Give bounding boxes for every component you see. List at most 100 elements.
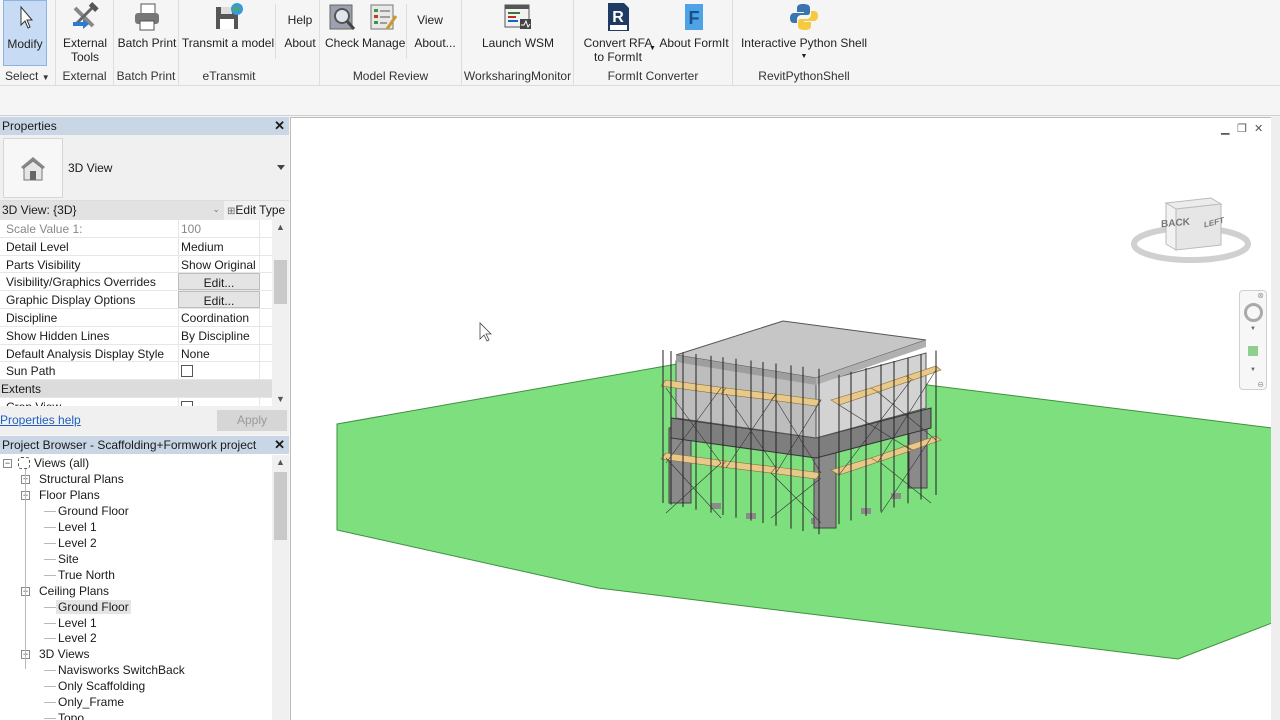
menu-icon[interactable]: ⊖ <box>1257 380 1264 389</box>
edit-button[interactable]: Edit... <box>178 273 260 290</box>
view-button[interactable]: View <box>412 13 448 27</box>
viewport-right-edge <box>1271 117 1280 720</box>
tree-item[interactable]: Navisworks SwitchBack <box>58 663 185 677</box>
project-browser-scrollbar[interactable]: ▲ <box>272 455 289 720</box>
tree-item[interactable]: Ground Floor <box>56 599 131 614</box>
convert-rfa-line2: to FormIt <box>593 50 642 64</box>
property-name: Default Analysis Display Style <box>6 346 165 361</box>
batch-print-button[interactable]: Batch Print <box>117 0 177 50</box>
property-row: Discipline Coordination <box>0 308 272 327</box>
tree-connector <box>44 510 56 512</box>
svg-text:R: R <box>612 9 624 26</box>
tree-item[interactable]: Site <box>58 552 79 566</box>
tree-item[interactable]: 3D Views <box>39 647 89 661</box>
panel-label-revit-python-shell: RevitPythonShell <box>758 69 850 83</box>
launch-wsm-label: Launch WSM <box>481 36 555 50</box>
tree-item[interactable]: Level 1 <box>58 616 97 630</box>
launch-wsm-button[interactable]: Launch WSM <box>474 0 562 50</box>
scroll-up-icon[interactable]: ▲ <box>276 222 285 232</box>
property-value[interactable]: By Discipline <box>178 326 260 344</box>
panel-external: External Tools External <box>56 0 114 86</box>
manage-button[interactable]: Manage <box>362 0 405 50</box>
close-icon[interactable]: ✕ <box>274 118 285 134</box>
tree-item[interactable]: Views (all) <box>34 456 89 470</box>
viewcube[interactable]: BACK LEFT <box>1131 188 1256 268</box>
steering-wheel-icon[interactable] <box>1244 303 1263 322</box>
panel-label-worksharing-monitor: WorksharingMonitor <box>463 69 572 83</box>
property-row: Parts Visibility Show Original <box>0 255 272 274</box>
convert-rfa-line1: Convert RFA <box>583 36 653 50</box>
model-canvas[interactable] <box>291 118 1271 720</box>
transmit-model-button[interactable]: Transmit a model <box>181 0 275 50</box>
properties-palette: Properties ✕ 3D View 3D View: {3D} ⌄ ⊞Ed… <box>0 117 289 435</box>
chevron-down-icon[interactable] <box>277 165 285 170</box>
property-value[interactable]: Medium <box>178 237 260 255</box>
property-checkbox[interactable] <box>178 362 260 380</box>
tree-item[interactable]: Structural Plans <box>39 472 124 486</box>
close-icon[interactable]: ✕ <box>274 437 285 453</box>
scroll-down-icon[interactable]: ▼ <box>276 394 285 404</box>
chevron-down-icon: ⌄ <box>212 204 220 214</box>
type-name: 3D View <box>68 161 113 175</box>
tree-item[interactable]: Topo <box>58 711 84 720</box>
tree-item[interactable]: Level 2 <box>58 631 97 645</box>
tree-item[interactable]: Level 1 <box>58 520 97 534</box>
interactive-python-shell-button[interactable]: Interactive Python Shell ▼ <box>739 0 869 64</box>
properties-scrollbar[interactable]: ▲ ▼ <box>272 220 289 406</box>
modify-button[interactable]: Modify <box>3 0 47 66</box>
checkbox[interactable] <box>181 365 193 378</box>
panel-worksharing-monitor: Launch WSM WorksharingMonitor <box>462 0 574 86</box>
tree-item[interactable]: Ground Floor <box>58 504 129 518</box>
collapse-icon[interactable]: − <box>3 459 12 468</box>
instance-selector[interactable]: 3D View: {3D} ⌄ <box>0 201 224 220</box>
project-browser-title-bar: Project Browser - Scaffolding+Formwork p… <box>0 436 289 454</box>
tree-item[interactable]: Level 2 <box>58 536 97 550</box>
external-tools-button[interactable]: External Tools <box>60 0 110 64</box>
close-icon[interactable]: ⊗ <box>1257 291 1264 300</box>
apply-button[interactable]: Apply <box>217 410 287 431</box>
about-button[interactable]: About <box>283 36 317 50</box>
convert-rfa-button[interactable]: R Convert RFA to FormIt <box>580 0 656 64</box>
panel-label-select[interactable]: Select ▼ <box>0 69 55 83</box>
tree-item[interactable]: Floor Plans <box>39 488 100 502</box>
tree-item[interactable]: True North <box>58 568 115 582</box>
property-value[interactable]: Coordination <box>178 308 260 326</box>
property-name: Detail Level <box>6 239 69 254</box>
tree-item[interactable]: Only_Frame <box>58 695 124 709</box>
help-button[interactable]: Help <box>283 13 317 27</box>
floppy-globe-icon <box>216 3 243 29</box>
chevron-down-icon[interactable]: ▼ <box>1250 326 1256 332</box>
scrollbar-thumb[interactable] <box>274 260 287 304</box>
checkbox[interactable] <box>181 400 193 406</box>
zoom-region-icon[interactable] <box>1248 346 1258 356</box>
instance-row: 3D View: {3D} ⌄ ⊞Edit Type <box>0 201 289 220</box>
project-browser-tree: − Views (all) + Structural Plans − Floor Plan… <box>0 455 272 720</box>
property-group-header[interactable]: Extents <box>0 380 272 398</box>
property-checkbox[interactable] <box>178 397 260 406</box>
3d-viewport[interactable]: ▁ ❐ ✕ BACK LEFT ⊗ ▼ ▼ ⊖ <box>290 117 1271 720</box>
about-formit-button[interactable]: F About FormIt <box>658 0 730 50</box>
panel-label-etransmit: eTransmit <box>202 69 256 83</box>
rfa-file-icon: R <box>608 3 629 31</box>
properties-title: Properties <box>2 119 57 133</box>
chevron-down-icon[interactable]: ▼ <box>649 45 656 52</box>
navigation-bar: ⊗ ▼ ▼ ⊖ <box>1239 290 1267 390</box>
type-selector[interactable]: 3D View <box>0 135 289 201</box>
tree-connector <box>44 606 56 608</box>
edit-type-button[interactable]: ⊞Edit Type <box>227 203 285 217</box>
property-value[interactable]: None <box>178 344 260 362</box>
scroll-up-icon[interactable]: ▲ <box>276 457 285 467</box>
property-row: Scale Value 1: 100 <box>0 220 272 238</box>
properties-help-link[interactable]: Properties help <box>0 413 81 427</box>
panel-label-external: External <box>62 69 107 83</box>
about-model-review-button[interactable]: About... <box>412 36 458 50</box>
tree-item[interactable]: Ceiling Plans <box>39 584 109 598</box>
scrollbar-thumb[interactable] <box>274 472 287 540</box>
chevron-down-icon[interactable]: ▼ <box>1250 367 1256 373</box>
property-value[interactable]: Show Original <box>178 255 260 273</box>
check-button[interactable]: Check <box>323 0 361 50</box>
edit-button[interactable]: Edit... <box>178 291 260 308</box>
tree-item[interactable]: Only Scaffolding <box>58 679 145 693</box>
instance-selector-value: 3D View: {3D} <box>2 203 77 217</box>
svg-text:F: F <box>689 8 700 28</box>
